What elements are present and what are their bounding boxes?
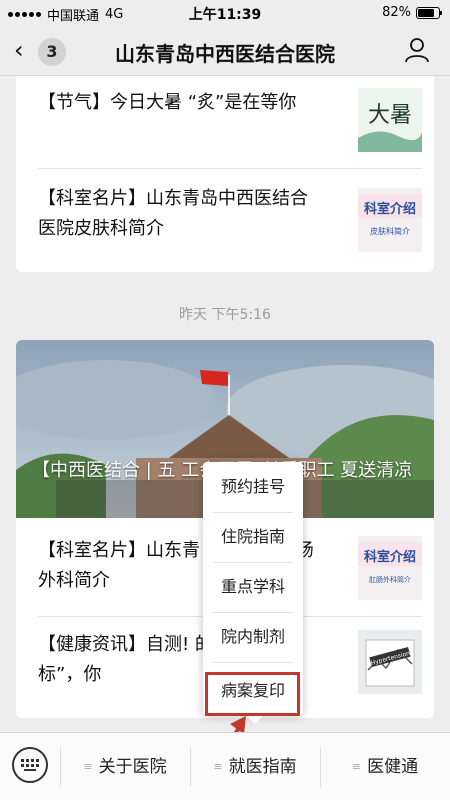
menu-item-key-departments[interactable]: 重点学科	[211, 562, 295, 612]
menu-label: 就医指南	[228, 757, 297, 777]
menu-item-preparations[interactable]: 院内制剂	[211, 612, 295, 662]
article-item[interactable]: 【节气】今日大暑 “炙”是在等你 大暑	[38, 88, 422, 152]
nav-bar: ‹ 3 山东青岛中西医结合医院	[0, 26, 450, 76]
article-thumbnail: 科室介绍 肛肠外科简介	[358, 536, 422, 600]
menu-lines-icon: ≡	[83, 760, 93, 773]
menu-about-hospital[interactable]: ≡ 关于医院	[60, 733, 190, 800]
keyboard-icon[interactable]	[12, 747, 48, 783]
battery-percent: 82%	[382, 5, 411, 20]
battery-icon	[416, 6, 442, 19]
article-card-top: 【节气】今日大暑 “炙”是在等你 大暑 【科室名片】山东青岛中西医结合医院皮肤科…	[16, 76, 434, 272]
user-icon[interactable]	[404, 37, 430, 63]
article-thumbnail: Hypertension	[358, 630, 422, 694]
menu-lines-icon: ≡	[213, 760, 223, 773]
thumb-sublabel: 肛肠外科简介	[369, 575, 411, 584]
thumb-label: 科室介绍	[364, 201, 416, 217]
menu-health-pass[interactable]: ≡ 医健通	[320, 733, 450, 800]
thumb-sublabel: 皮肤科简介	[370, 226, 410, 236]
article-item[interactable]: 【科室名片】山东青岛中西医结合医院皮肤科简介 科室介绍 皮肤科简介	[38, 184, 422, 252]
article-thumbnail: 科室介绍 皮肤科简介	[358, 188, 422, 252]
menu-divider	[213, 662, 293, 663]
battery-info: 82%	[382, 5, 442, 20]
article-title: 【科室名片】山东青岛中西医结合医院皮肤科简介	[38, 188, 308, 239]
article-thumbnail: 大暑	[358, 88, 422, 152]
menu-label: 关于医院	[98, 757, 167, 777]
page-title: 山东青岛中西医结合医院	[115, 42, 335, 66]
status-bar: 中国联通 4G 上午11:39 82%	[0, 0, 450, 26]
article-title: 【节气】今日大暑 “炙”是在等你	[38, 92, 297, 113]
menu-item-inpatient-guide[interactable]: 住院指南	[211, 512, 295, 562]
thumb-label: 科室介绍	[364, 549, 416, 565]
message-timestamp: 昨天 下午5:16	[179, 307, 271, 323]
menu-lines-icon: ≡	[351, 760, 362, 773]
thumb-label: 大暑	[368, 103, 412, 128]
menu-medical-guide[interactable]: ≡ 就医指南	[190, 733, 320, 800]
highlight-box	[205, 672, 300, 716]
menu-item-appointment[interactable]: 预约挂号	[211, 462, 295, 512]
bottom-menu-bar: ≡ 关于医院 ≡ 就医指南 ≡ 医健通	[0, 732, 450, 800]
divider	[38, 168, 422, 169]
menu-label: 医健通	[367, 757, 419, 777]
